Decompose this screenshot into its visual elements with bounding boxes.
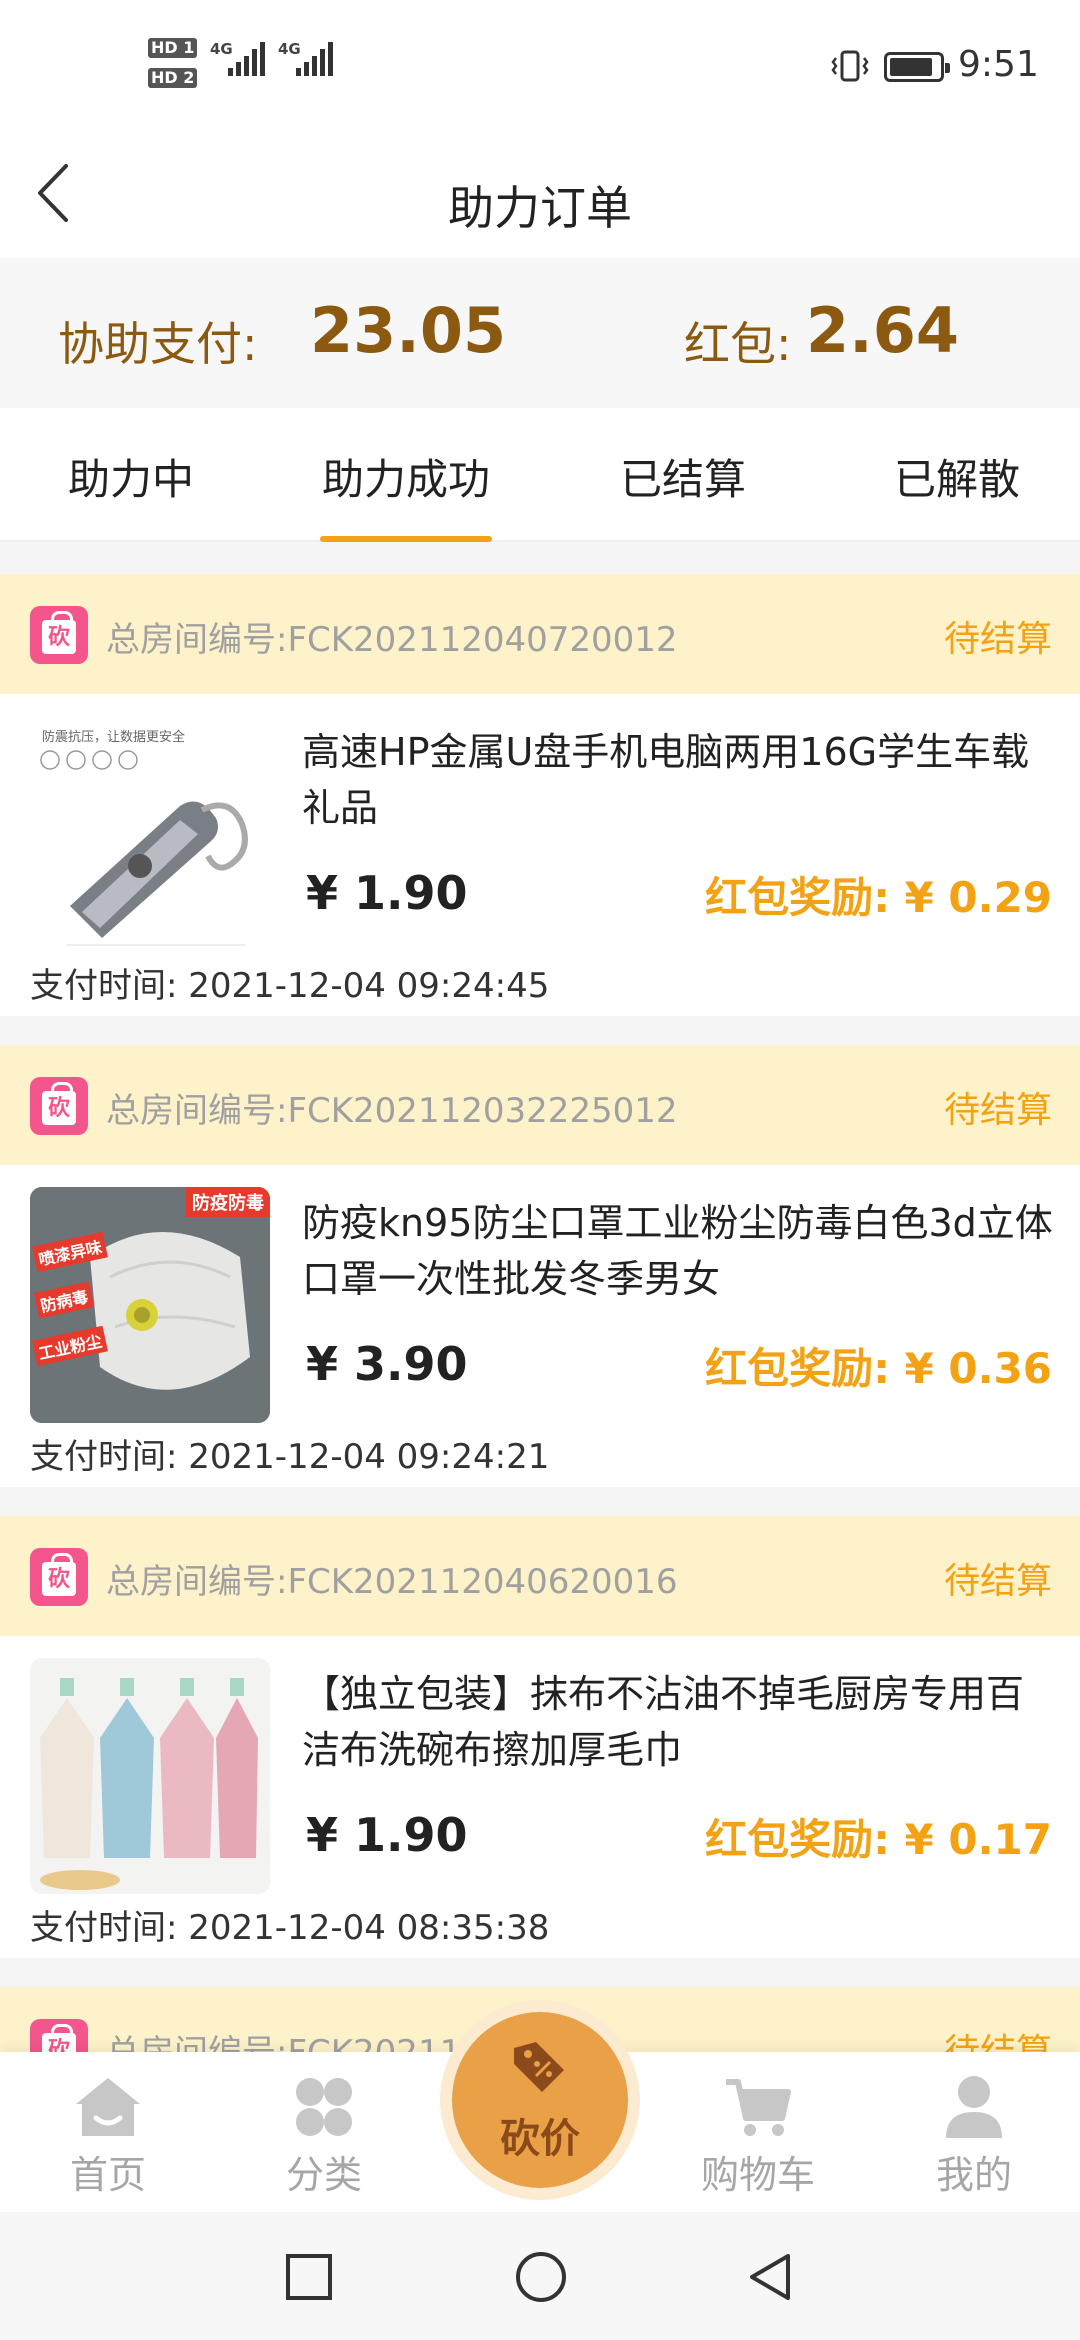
product-price: ¥ 1.90 — [306, 866, 468, 920]
product-price: ¥ 3.90 — [306, 1337, 468, 1391]
red-packet-reward: 红包奖励: ¥ 0.29 — [705, 873, 1052, 922]
image-tag: 防疫防毒 — [186, 1187, 270, 1217]
room-number: 总房间编号:FCK202112040720012 — [106, 620, 678, 660]
product-title[interactable]: 高速HP金属U盘手机电脑两用16G学生车载礼品 — [302, 724, 1060, 836]
product-image-caption: 防震抗压，让数据更安全 — [42, 730, 186, 745]
bargain-label: 砍价 — [500, 2116, 580, 2162]
pay-time: 支付时间: 2021-12-04 09:24:45 — [30, 966, 550, 1006]
bargain-badge-text: 砍 — [42, 2024, 76, 2052]
bargain-badge-text: 砍 — [42, 1082, 76, 1125]
page-title: 助力订单 — [448, 181, 632, 235]
tab-cart[interactable]: 购物车 — [698, 2074, 818, 2199]
product-image[interactable]: 防疫防毒 喷漆异味 防病毒 工业粉尘 — [30, 1187, 270, 1423]
tab-home[interactable]: 首页 — [48, 2074, 168, 2199]
order-card[interactable]: 砍 总房间编号:FCK202112040620016 待结算 【独立包装】抹布不… — [0, 1516, 1080, 1958]
assist-pay-label: 协助支付: — [58, 317, 258, 371]
pay-time: 支付时间: 2021-12-04 09:24:21 — [30, 1437, 550, 1477]
order-list[interactable]: 砍 总房间编号:FCK202112040720012 待结算 防震抗压，让数据更… — [0, 542, 1080, 2052]
order-status: 待结算 — [944, 2023, 1052, 2052]
tab-assisting[interactable]: 助力中 — [68, 446, 194, 507]
bargain-badge-text: 砍 — [42, 1553, 76, 1596]
status-bar: HD 1 HD 2 4G 4G 9:51 — [0, 0, 1080, 130]
room-number: 总房间编号:FCK202112040620016 — [106, 1562, 678, 1602]
pay-time: 支付时间: 2021-12-04 08:35:38 — [30, 1908, 550, 1948]
tab-dissolved[interactable]: 已解散 — [894, 446, 1020, 507]
signal-bars-1-icon — [228, 42, 265, 76]
product-price: ¥ 1.90 — [306, 1808, 468, 1862]
cart-icon — [726, 2079, 791, 2136]
tab-mine[interactable]: 我的 — [914, 2074, 1034, 2199]
signal-indicators: HD 1 HD 2 4G 4G — [148, 36, 334, 96]
order-status: 待结算 — [943, 1090, 1052, 1131]
room-number: 总房间编号:FCK202112032225012 — [106, 1091, 678, 1131]
home-circle-icon[interactable] — [514, 2250, 568, 2304]
battery-icon — [884, 52, 950, 82]
bargain-bag-icon: 砍 — [30, 2019, 88, 2052]
product-title[interactable]: 【独立包装】抹布不沾油不掉毛厨房专用百洁布洗碗布擦加厚毛巾 — [302, 1666, 1060, 1778]
red-packet-label: 红包: — [684, 317, 792, 371]
assist-pay-value: 23.05 — [310, 294, 507, 367]
order-tabs: 助力中 助力成功 已结算 已解散 — [0, 408, 1080, 542]
signal-bars-2-icon — [296, 42, 333, 76]
red-packet-value: 2.64 — [806, 294, 959, 367]
red-packet-reward: 红包奖励: ¥ 0.17 — [705, 1815, 1052, 1864]
summary-panel: 协助支付: 23.05 红包: 2.64 — [0, 258, 1080, 408]
order-status: 待结算 — [943, 619, 1052, 660]
price-tag-icon — [514, 2042, 564, 2092]
order-status: 待结算 — [943, 1561, 1052, 1602]
hd-sim1-badge: HD 1 — [148, 38, 198, 58]
bargain-bag-icon: 砍 — [30, 606, 88, 664]
tab-bargain[interactable]: 砍价 — [440, 2000, 640, 2200]
tab-category-label: 分类 — [285, 2153, 362, 2197]
system-navigation-bar — [0, 2212, 1080, 2340]
vibrate-icon — [831, 50, 869, 82]
category-icon — [296, 2078, 352, 2136]
tab-category[interactable]: 分类 — [264, 2074, 384, 2199]
usb-drive-image — [40, 750, 248, 946]
tab-cart-label: 购物车 — [700, 2153, 815, 2197]
order-card-header: 砍 总房间编号:FCK202112040620016 待结算 — [0, 1516, 1080, 1636]
nav-bar: 助力订单 — [0, 130, 1080, 258]
product-image[interactable] — [30, 1658, 270, 1894]
order-card[interactable]: 砍 总房间编号:FCK202112040720012 待结算 防震抗压，让数据更… — [0, 574, 1080, 1016]
order-card-header: 砍 总房间编号:FCK202112040720012 待结算 — [0, 574, 1080, 694]
bargain-bag-icon: 砍 — [30, 1077, 88, 1135]
tab-settled[interactable]: 已结算 — [620, 446, 746, 507]
bargain-bag-icon: 砍 — [30, 1548, 88, 1606]
recent-apps-icon[interactable] — [284, 2252, 334, 2302]
hd-sim2-badge: HD 2 — [148, 68, 198, 88]
order-card[interactable]: 砍 总房间编号:FCK202112032225012 待结算 防疫防毒 喷漆异味… — [0, 1045, 1080, 1487]
towels-image — [30, 1658, 270, 1894]
tab-home-label: 首页 — [69, 2153, 146, 2197]
order-card-header: 砍 总房间编号:FCK202112032225012 待结算 — [0, 1045, 1080, 1165]
red-packet-reward: 红包奖励: ¥ 0.36 — [705, 1344, 1052, 1393]
product-image[interactable]: 防震抗压，让数据更安全 — [30, 716, 270, 952]
back-triangle-icon[interactable] — [744, 2250, 798, 2304]
bargain-badge-text: 砍 — [42, 611, 76, 654]
tab-mine-label: 我的 — [935, 2153, 1012, 2197]
product-title[interactable]: 防疫kn95防尘口罩工业粉尘防毒白色3d立体口罩一次性批发冬季男女 — [302, 1195, 1060, 1307]
clock: 9:51 — [958, 44, 1039, 85]
tab-assist-success[interactable]: 助力成功 — [322, 446, 490, 507]
home-icon — [76, 2078, 140, 2136]
profile-icon — [946, 2076, 1002, 2138]
bottom-tab-bar: 首页 分类 砍价 购物车 我的 — [0, 2000, 1080, 2212]
bargain-button[interactable]: 砍价 — [452, 2012, 628, 2188]
